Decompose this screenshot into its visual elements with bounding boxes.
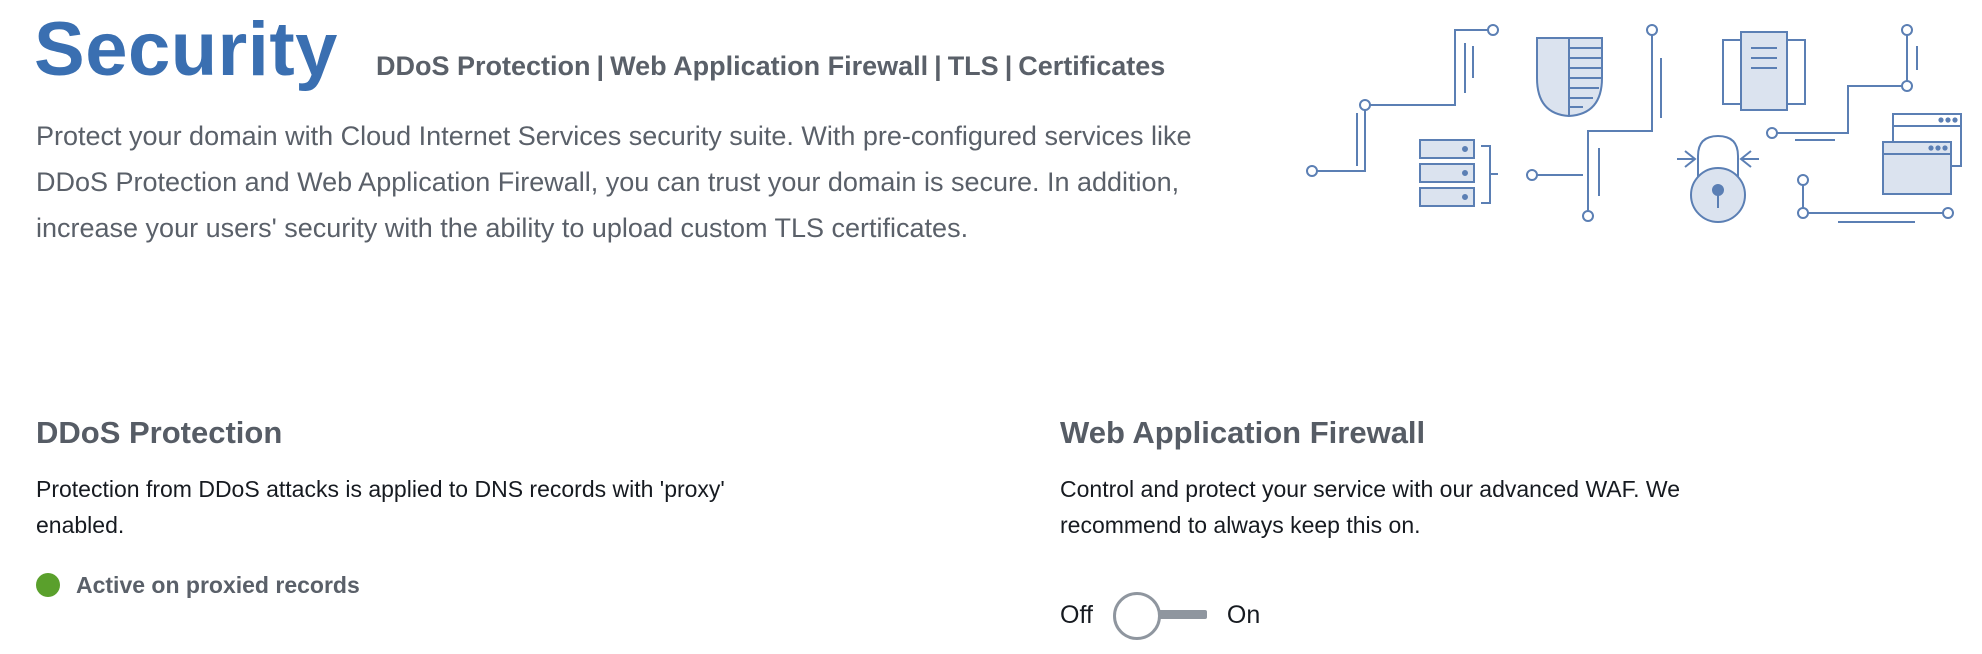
waf-section-title: Web Application Firewall <box>1060 415 1426 450</box>
nav-separator: | <box>596 51 605 81</box>
padlock-icon <box>1677 134 1759 223</box>
security-illustration <box>1305 18 1965 233</box>
page-title: Security <box>34 7 338 92</box>
ddos-description: Protection from DDoS attacks is applied … <box>36 476 725 538</box>
nav-link-web-application-firewall[interactable]: Web Application Firewall <box>610 51 928 81</box>
toggle-on-label: On <box>1226 600 1261 629</box>
nav-separator: | <box>1004 51 1013 81</box>
ddos-section-title: DDoS Protection <box>36 415 283 450</box>
nav-link-tls[interactable]: TLS <box>948 51 999 81</box>
browser-window-icon <box>1882 113 1962 195</box>
nav-link-ddos-protection[interactable]: DDoS Protection <box>376 51 591 81</box>
document-icon <box>1722 31 1806 111</box>
nav-separator: | <box>934 51 942 81</box>
toggle-knob[interactable] <box>1112 592 1161 640</box>
shield-icon <box>1536 37 1603 118</box>
ddos-status: Active on proxied records <box>36 568 360 602</box>
toggle-off-label: Off <box>1060 600 1093 629</box>
waf-description: Control and protect your service with ou… <box>1060 476 1681 538</box>
nav-link-certificates[interactable]: Certificates <box>1018 51 1165 81</box>
section-nav: DDoS Protection | Web Application Firewall… <box>376 48 1165 84</box>
status-indicator-dot <box>36 573 60 597</box>
server-stack-icon <box>1419 139 1498 207</box>
circuit-illustration <box>1306 24 1962 223</box>
circuit-lines <box>1306 24 1954 223</box>
waf-toggle-row: Off On <box>1060 590 1260 640</box>
ddos-status-label: Active on proxied records <box>76 571 360 598</box>
intro-text: Protect your domain with Cloud Internet … <box>36 121 1192 243</box>
waf-toggle[interactable] <box>1112 590 1211 640</box>
